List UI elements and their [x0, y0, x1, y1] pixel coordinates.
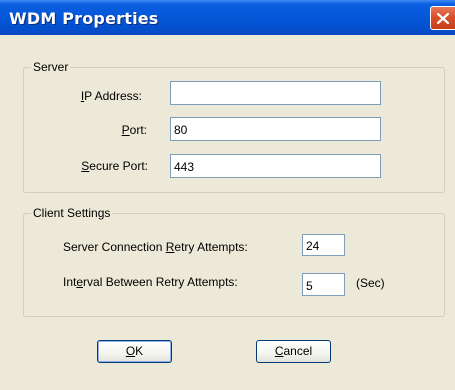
port-label: Port:: [121, 123, 147, 137]
client-settings-group: Client Settings: [23, 206, 445, 317]
interval-unit-label: (Sec): [356, 276, 385, 290]
ip-address-input[interactable]: [170, 81, 381, 105]
secure-port-label: Secure Port:: [81, 159, 148, 173]
server-group-legend: Server: [31, 60, 71, 74]
close-icon: [436, 12, 450, 25]
retry-interval-label: Interval Between Retry Attempts:: [63, 275, 238, 289]
cancel-button[interactable]: Cancel: [256, 340, 331, 363]
retry-attempts-input[interactable]: [302, 234, 345, 256]
dialog-window: WDM Properties Server IP Address: Port: …: [0, 0, 455, 390]
client-settings-legend: Client Settings: [31, 206, 113, 220]
close-button[interactable]: [430, 6, 455, 30]
port-input[interactable]: [170, 117, 381, 141]
window-title: WDM Properties: [9, 9, 159, 28]
ip-address-label: IP Address:: [80, 89, 142, 103]
secure-port-input[interactable]: [170, 154, 381, 178]
retry-interval-input[interactable]: [302, 273, 345, 296]
title-bar[interactable]: WDM Properties: [0, 0, 455, 35]
retry-attempts-label: Server Connection Retry Attempts:: [63, 240, 248, 254]
ok-button[interactable]: OK: [97, 340, 172, 363]
